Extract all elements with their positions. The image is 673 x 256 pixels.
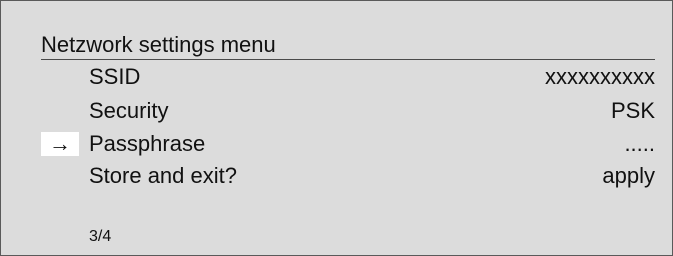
right-arrow-icon: → — [49, 131, 71, 156]
menu-item-label: Store and exit? — [89, 163, 237, 188]
settings-screen: Netzwork settings menu SSID xxxxxxxxxx S… — [0, 0, 673, 256]
menu-item-value: ..... — [624, 131, 655, 156]
menu-title: Netzwork settings menu — [41, 32, 276, 57]
title-divider — [41, 59, 655, 60]
menu-item-value: apply — [602, 163, 655, 188]
menu-item-ssid[interactable]: SSID xxxxxxxxxx — [41, 62, 655, 92]
menu-item-value: PSK — [610, 98, 655, 123]
menu-item-store-and-exit[interactable]: Store and exit? apply — [41, 161, 655, 191]
cursor-slot — [41, 65, 79, 89]
selection-cursor: → — [41, 132, 79, 156]
menu-item-value: xxxxxxxxxx — [545, 64, 655, 89]
cursor-slot — [41, 99, 79, 123]
page-indicator: 3/4 — [89, 228, 112, 245]
cursor-slot — [41, 164, 79, 188]
menu-item-passphrase[interactable]: → Passphrase ..... — [41, 129, 655, 159]
menu-item-security[interactable]: Security PSK — [41, 96, 655, 126]
menu-item-label: Passphrase — [89, 131, 206, 156]
menu-item-label: SSID — [89, 64, 141, 89]
menu-item-label: Security — [89, 98, 169, 123]
